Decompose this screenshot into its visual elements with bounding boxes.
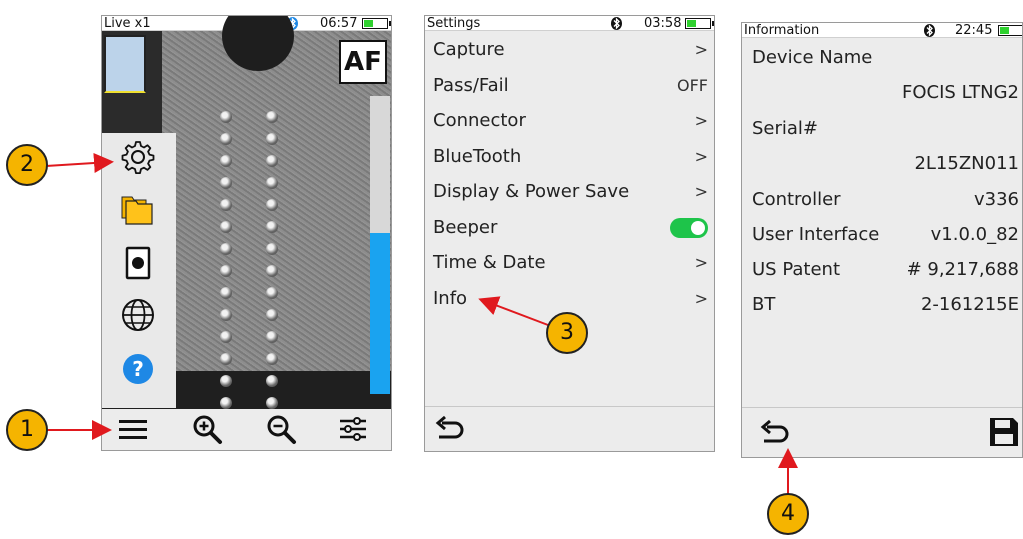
arrow-2	[45, 153, 114, 173]
callout-1: 1	[6, 409, 48, 451]
arrow-3	[478, 296, 549, 326]
callout-2: 2	[6, 144, 48, 186]
callout-3: 3	[546, 312, 588, 354]
annotation-arrows	[45, 153, 798, 496]
callout-4: 4	[767, 493, 809, 535]
